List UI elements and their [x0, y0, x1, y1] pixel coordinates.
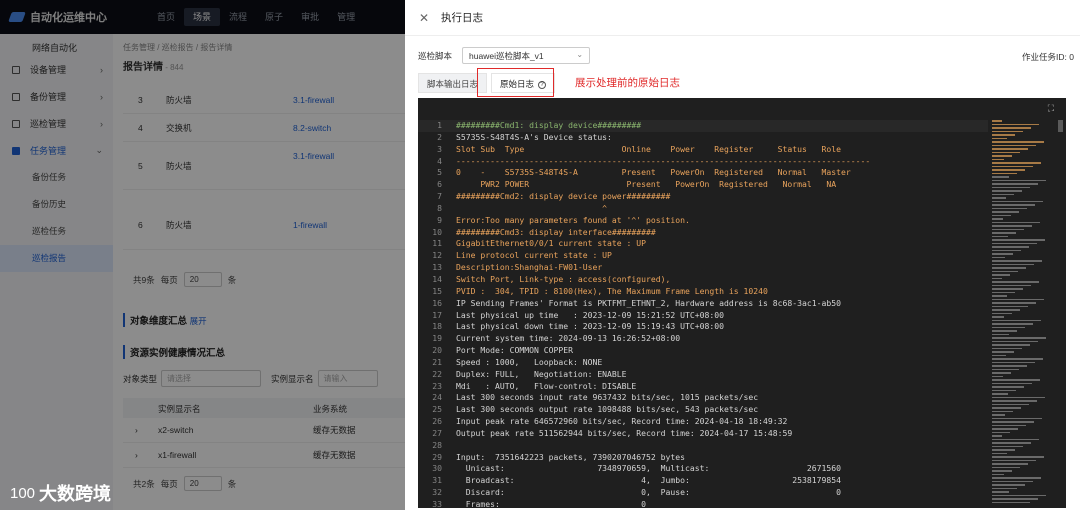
drawer-header: ✕ 执行日志 — [405, 0, 1080, 36]
log-line: 15 PVID : 304, TPID : 8100(Hex), The Maxi… — [432, 285, 768, 296]
log-line: 28 — [432, 439, 442, 450]
log-line: 21 Speed : 1000, Loopback: NONE — [432, 356, 603, 367]
log-line: 23 Mdi : AUTO, Flow-control: DISABLE — [432, 380, 637, 391]
log-line: 8 ^ — [437, 202, 608, 213]
annotation-text: 展示处理前的原始日志 — [575, 77, 680, 89]
script-label: 巡检脚本 — [418, 50, 453, 61]
script-select[interactable]: huawei巡检脚本_v1 ⌄ — [462, 47, 591, 64]
log-line: 9 Error:Too many parameters found at '^' … — [437, 214, 690, 225]
log-line: 19 Current system time: 2024-09-13 16:26:… — [432, 333, 681, 344]
log-line: 26 Input peak rate 646572960 bits/sec, Re… — [432, 416, 788, 427]
log-line: 11 GigabitEthernet0/0/1 current state : U… — [432, 238, 647, 249]
log-line: 22 Duplex: FULL, Negotiation: ENABLE — [432, 368, 627, 379]
log-line: 1 #########Cmd1: display device######### — [418, 120, 988, 132]
log-line: 13 Description:Shanghai-FW01-User — [432, 262, 603, 273]
log-line: 16 IP Sending Frames' Format is PKTFMT_ET… — [432, 297, 841, 308]
log-line: 31 Broadcast: 4, Jumbo: 2538179854 — [432, 475, 841, 486]
log-line: 30 Unicast: 7348970659, Multicast: 26715… — [432, 463, 841, 474]
log-line: 4 ---------------------------------------… — [437, 155, 871, 166]
modal-overlay[interactable] — [0, 0, 405, 510]
log-line: 18 Last physical down time : 2023-12-09 1… — [432, 321, 725, 332]
log-line: 14 Switch Port, Link-type : access(config… — [432, 273, 671, 284]
log-viewer[interactable]: ⛶ 1 #########Cmd1: display device########… — [418, 98, 1066, 508]
watermark: 100 大数跨境 — [10, 484, 112, 504]
scrollbar[interactable] — [1058, 120, 1063, 132]
close-icon[interactable]: ✕ — [419, 11, 433, 25]
log-line: 32 Discard: 0, Pause: 0 — [432, 487, 841, 498]
log-lines: 1 #########Cmd1: display device######### 2… — [418, 120, 988, 508]
log-line: 27 Output peak rate 511562944 bits/sec, R… — [432, 427, 793, 438]
log-line: 50 - S5735S-S48T4S-A Present PowerOn Reg… — [437, 167, 851, 178]
script-filter: 巡检脚本 huawei巡检脚本_v1 ⌄ — [418, 47, 591, 64]
code-minimap[interactable] — [992, 120, 1052, 508]
log-line: 17 Last physical up time : 2023-12-09 15:… — [432, 309, 725, 320]
chevron-down-icon: ⌄ — [576, 50, 584, 59]
log-line: 20 Port Mode: COMMON COPPER — [432, 345, 573, 356]
log-line: 25 Last 300 seconds output rate 1098488 b… — [432, 404, 759, 415]
log-line: 7 #########Cmd2: display device power####… — [437, 191, 671, 202]
fullscreen-icon[interactable]: ⛶ — [1048, 103, 1054, 114]
log-line: 3 Slot Sub Type Online Power Register Sta… — [437, 143, 841, 154]
log-line: 33 Frames: 0 — [432, 499, 647, 508]
log-line: 29 Input: 7351642223 packets, 73902070467… — [432, 451, 686, 462]
watermark-logo: 100 — [10, 484, 36, 502]
drawer-title: 执行日志 — [441, 12, 483, 24]
highlight-box — [477, 68, 554, 97]
job-id: 作业任务ID: 0 — [1022, 52, 1074, 62]
log-line: 24 Last 300 seconds input rate 9637432 bi… — [432, 392, 759, 403]
log-line: 6 PWR2 POWER Present PowerOn Registered … — [437, 179, 837, 190]
log-line: 10 #########Cmd3: display interface######… — [432, 226, 656, 237]
log-line: 2 S5735S-S48T4S-A's Device status: — [437, 131, 612, 142]
log-line: 12 Line protocol current state : UP — [432, 250, 612, 261]
